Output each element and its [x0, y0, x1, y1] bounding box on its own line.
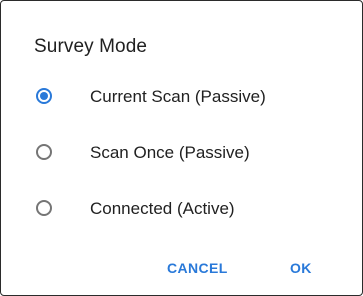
option-connected[interactable]: Connected (Active) [31, 188, 341, 232]
option-label: Connected (Active) [90, 199, 235, 218]
option-label: Current Scan (Passive) [90, 87, 266, 106]
radio-selected-icon[interactable] [36, 88, 52, 104]
survey-mode-dialog: Survey Mode Current Scan (Passive) Scan … [0, 0, 363, 296]
radio-unselected-icon[interactable] [36, 144, 52, 160]
option-current-scan[interactable]: Current Scan (Passive) [31, 76, 341, 120]
option-scan-once[interactable]: Scan Once (Passive) [31, 132, 341, 176]
radio-unselected-icon[interactable] [36, 200, 52, 216]
option-label: Scan Once (Passive) [90, 143, 250, 162]
ok-button[interactable]: OK [290, 259, 312, 277]
cancel-button[interactable]: CANCEL [167, 259, 228, 277]
dialog-title: Survey Mode [34, 36, 148, 57]
